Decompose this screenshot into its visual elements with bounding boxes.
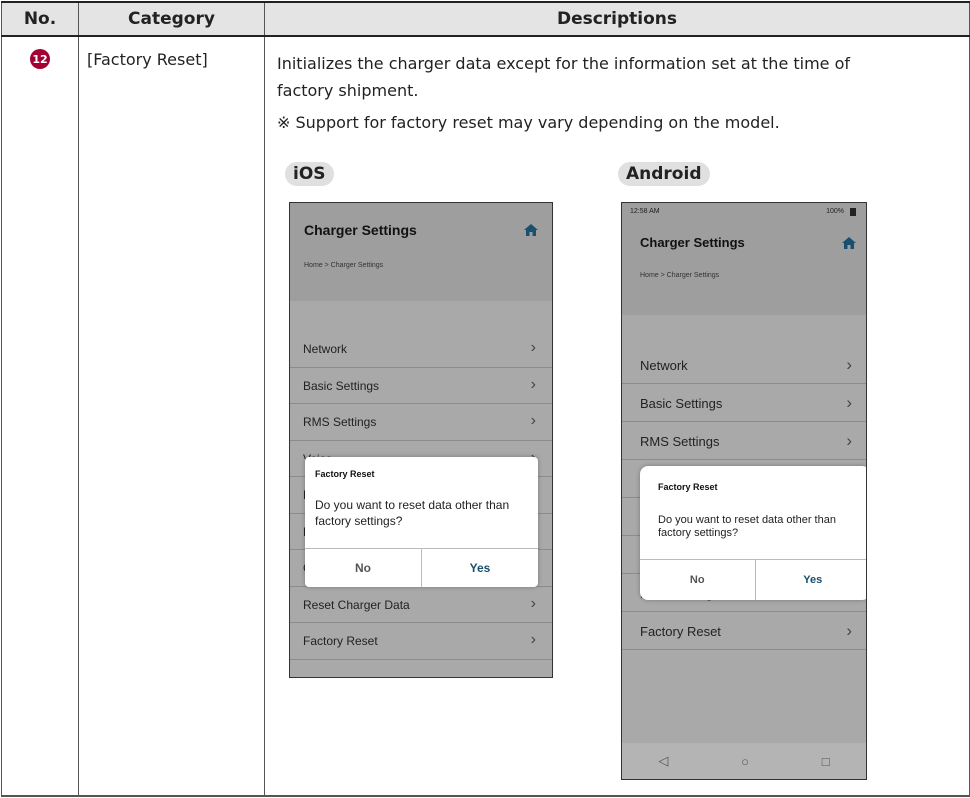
chevron-right-icon: › xyxy=(530,339,536,356)
settings-item-label: Network xyxy=(303,342,348,356)
chevron-right-icon: › xyxy=(530,412,536,429)
settings-item-label: Basic Settings xyxy=(640,396,723,411)
dialog-title: Factory Reset xyxy=(315,469,375,479)
ios-phone-screenshot: Charger Settings Home > Charger Settings… xyxy=(289,202,553,678)
settings-item-label: Reset Charger Data xyxy=(303,597,410,612)
settings-list-item[interactable]: RMS Settings › xyxy=(622,422,866,460)
table-row: 12 [Factory Reset] Initializes the charg… xyxy=(1,35,970,797)
settings-list-item[interactable]: Factory Reset › xyxy=(290,623,552,660)
yes-button[interactable]: Yes xyxy=(756,560,867,600)
ios-breadcrumb: Home > Charger Settings xyxy=(304,262,384,269)
home-icon[interactable] xyxy=(842,237,856,249)
ios-factory-reset-dialog: Factory Reset Do you want to reset data … xyxy=(305,457,538,587)
header-no: No. xyxy=(1,1,79,37)
android-page-title: Charger Settings xyxy=(640,235,745,250)
settings-list-item[interactable]: Basic Settings › xyxy=(290,367,552,404)
number-badge: 12 xyxy=(30,49,50,69)
settings-item-label: RMS Settings xyxy=(640,434,720,449)
ios-header xyxy=(290,203,552,301)
chevron-right-icon: › xyxy=(846,393,852,412)
android-label: Android xyxy=(618,162,710,186)
home-circle-icon[interactable]: ○ xyxy=(741,754,749,769)
settings-item-label: Network xyxy=(640,358,688,373)
header-category: Category xyxy=(78,1,265,37)
home-icon[interactable] xyxy=(524,224,538,236)
header-descriptions: Descriptions xyxy=(264,1,970,37)
android-breadcrumb: Home > Charger Settings xyxy=(640,272,720,279)
android-factory-reset-dialog: Factory Reset Do you want to reset data … xyxy=(640,466,867,600)
model-note: ※ Support for factory reset may vary dep… xyxy=(277,113,780,132)
table-header-row: No. Category Descriptions xyxy=(1,1,970,37)
chevron-right-icon: › xyxy=(846,431,852,450)
description-text: Initializes the charger data except for … xyxy=(277,54,851,100)
category-cell: [Factory Reset] xyxy=(78,35,265,797)
no-button[interactable]: No xyxy=(640,560,756,600)
ios-page-title: Charger Settings xyxy=(304,222,417,238)
android-phone-screenshot: 12:58 AM 100% Charger Settings Home > Ch… xyxy=(621,202,867,780)
chevron-right-icon: › xyxy=(846,355,852,374)
settings-list-item[interactable]: Basic Settings › xyxy=(622,384,866,422)
yes-button[interactable]: Yes xyxy=(422,549,538,587)
settings-list-item[interactable]: RMS Settings › xyxy=(290,404,552,441)
dialog-message: Do you want to reset data other than fac… xyxy=(315,498,510,528)
battery-icon xyxy=(850,208,856,216)
dialog-title: Factory Reset xyxy=(658,482,718,492)
settings-list-item[interactable]: Network › xyxy=(290,331,552,368)
settings-item-label: Basic Settings xyxy=(303,378,380,393)
status-time: 12:58 AM xyxy=(630,208,660,215)
no-button[interactable]: No xyxy=(305,549,422,587)
recents-icon[interactable]: □ xyxy=(822,754,830,769)
chevron-right-icon: › xyxy=(530,631,536,648)
back-icon[interactable]: ◁ xyxy=(658,753,668,769)
settings-list-item[interactable]: Factory Reset › xyxy=(622,612,866,650)
ios-label: iOS xyxy=(285,162,334,186)
status-battery: 100% xyxy=(826,208,844,215)
chevron-right-icon: › xyxy=(846,621,852,640)
settings-list-item[interactable]: Reset Charger Data › xyxy=(290,586,552,623)
settings-item-label: Factory Reset xyxy=(640,624,721,639)
description-cell: Initializes the charger data except for … xyxy=(264,35,970,797)
no-cell: 12 xyxy=(1,35,79,797)
settings-item-label: Factory Reset xyxy=(303,634,378,648)
android-nav-bar: ◁ ○ □ xyxy=(622,743,866,779)
chevron-right-icon: › xyxy=(530,375,536,393)
android-header xyxy=(622,203,866,315)
dialog-message: Do you want to reset data other than fac… xyxy=(658,514,836,539)
chevron-right-icon: › xyxy=(530,594,536,612)
category-text: [Factory Reset] xyxy=(87,50,208,69)
settings-list-item[interactable]: Network › xyxy=(622,346,866,384)
feature-table: No. Category Descriptions 12 [Factory Re… xyxy=(1,1,970,797)
settings-item-label: RMS Settings xyxy=(303,415,377,429)
